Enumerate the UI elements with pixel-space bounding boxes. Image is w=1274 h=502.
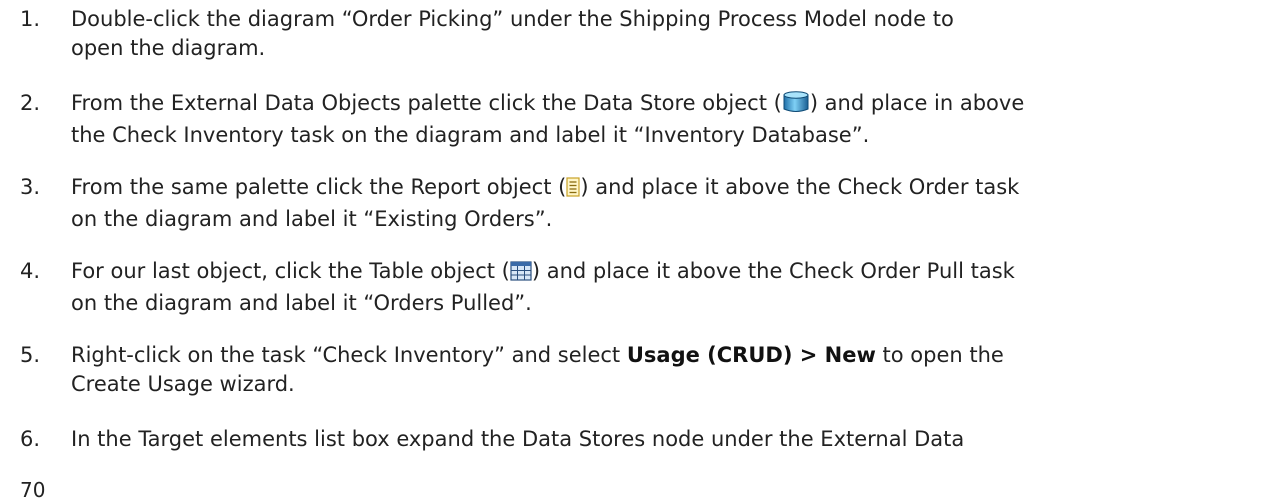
step-number: 2.: [20, 91, 41, 115]
step-text-line-1: Right-click on the task “Check Inventory…: [71, 341, 1266, 370]
step-text-line-1: In the Target elements list box expand t…: [71, 427, 965, 451]
step-text-line-2: the Check Inventory task on the diagram …: [71, 123, 870, 147]
step-text-line-1: From the same palette click the Report o…: [71, 173, 1266, 205]
step-text-part: ) and place in above: [809, 91, 1025, 115]
menu-path: Usage (CRUD) > New: [626, 343, 876, 367]
step-text-part: From the External Data Objects palette c…: [71, 91, 782, 115]
step-number: 6.: [20, 427, 41, 451]
report-icon: [566, 176, 580, 205]
step-text: From the same palette click the Report o…: [71, 173, 1266, 234]
step-text-part: ) and place it above the Check Order Pul…: [531, 259, 1015, 283]
step-text: In the Target elements list box expand t…: [71, 425, 1266, 454]
step-number: 1.: [20, 7, 41, 31]
step-text: Right-click on the task “Check Inventory…: [71, 341, 1266, 399]
step-text-line-1: For our last object, click the Table obj…: [71, 257, 1266, 289]
table-icon: [510, 260, 532, 289]
step-text-part: Right-click on the task “Check Inventory…: [71, 343, 627, 367]
step-number: 5.: [20, 343, 41, 367]
step-text: From the External Data Objects palette c…: [71, 89, 1266, 150]
step-text: For our last object, click the Table obj…: [71, 257, 1266, 318]
step-text: Double-click the diagram “Order Picking”…: [71, 5, 1266, 63]
step-text-part: to open the: [875, 343, 1004, 367]
step-text-line-1: Double-click the diagram “Order Picking”…: [71, 7, 954, 31]
step-text-line-1: From the External Data Objects palette c…: [71, 89, 1266, 121]
step-text-part: From the same palette click the Report o…: [71, 175, 567, 199]
page-number: 70: [20, 478, 46, 502]
step-text-line-2: open the diagram.: [71, 36, 266, 60]
step-number: 3.: [20, 175, 41, 199]
step-text-part: For our last object, click the Table obj…: [71, 259, 510, 283]
step-text-line-2: on the diagram and label it “Orders Pull…: [71, 291, 532, 315]
document-page: 1. Double-click the diagram “Order Picki…: [0, 0, 1274, 502]
step-number: 4.: [20, 259, 41, 283]
step-text-line-2: on the diagram and label it “Existing Or…: [71, 207, 553, 231]
step-text-line-2: Create Usage wizard.: [71, 372, 295, 396]
step-text-part: ) and place it above the Check Order tas…: [580, 175, 1020, 199]
data-store-icon: [782, 91, 810, 121]
